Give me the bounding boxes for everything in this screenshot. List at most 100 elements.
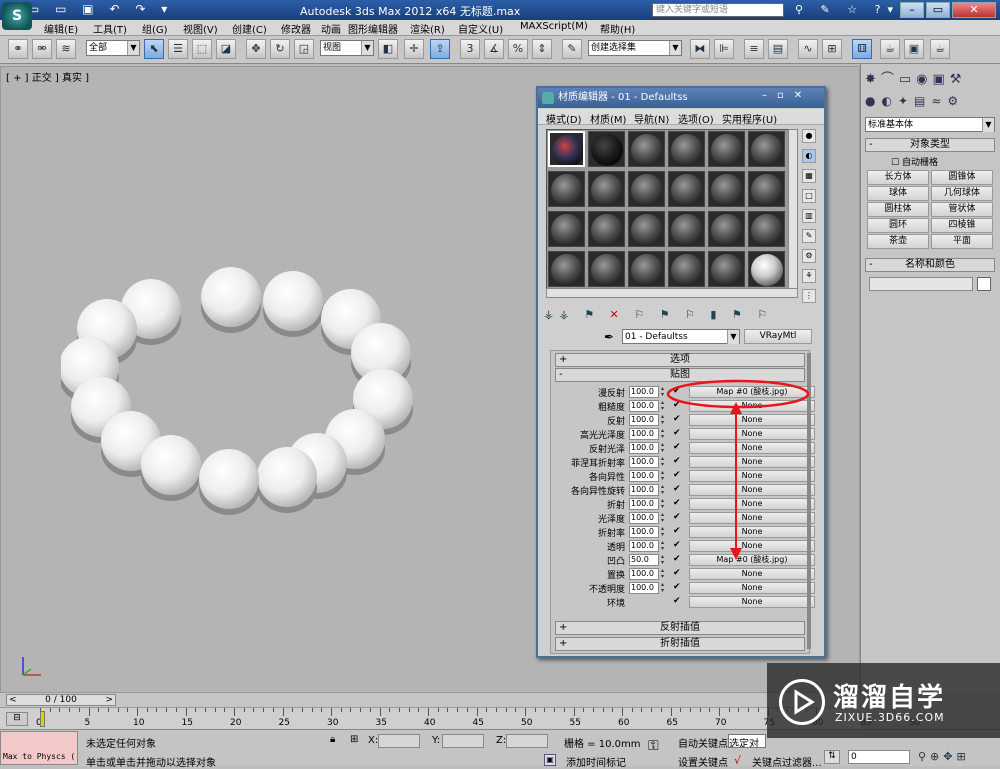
object-type-rollout[interactable]: - 对象类型 — [865, 138, 995, 152]
x-coordinate-field[interactable] — [378, 734, 420, 748]
map-amount-field[interactable]: 100.0 — [629, 512, 659, 524]
menu-customize[interactable]: 自定义(U) — [458, 21, 503, 36]
menu-maxscript[interactable]: MAXScript(M) — [520, 21, 588, 32]
tube-button[interactable]: 管状体 — [931, 202, 993, 217]
map-slot-button[interactable]: None — [689, 582, 815, 594]
help-tools-icons[interactable]: ⚲ ✎ ☆ ?▾ — [795, 3, 900, 16]
select-manipulate-icon[interactable]: ✛ — [404, 39, 424, 59]
menu-graph-editors[interactable]: 图形编辑器 — [348, 21, 398, 36]
script-listener-mini[interactable]: Max to Physcs ( — [0, 731, 78, 765]
window-control-icons[interactable]: –▫✕ — [762, 90, 822, 104]
menu-rendering[interactable]: 渲染(R) — [410, 21, 445, 36]
sample-slot-grid[interactable] — [546, 129, 798, 289]
selection-set-dropdown[interactable]: 选定对象 — [728, 734, 766, 748]
map-amount-field[interactable]: 100.0 — [629, 386, 659, 398]
map-amount-field[interactable]: 100.0 — [629, 428, 659, 440]
curve-editor-icon[interactable]: ∿ — [798, 39, 818, 59]
graphite-ribbon-icon[interactable]: ▤ — [768, 39, 788, 59]
material-sample-slot[interactable] — [548, 131, 585, 167]
scale-icon[interactable]: ◲ — [294, 39, 314, 59]
command-panel-tabs[interactable]: ✸⌒▭◉▣⚒ — [865, 68, 999, 88]
menu-animation[interactable]: 动画 — [321, 21, 341, 36]
map-amount-field[interactable]: 100.0 — [629, 582, 659, 594]
current-frame-field[interactable]: 0 — [848, 750, 910, 764]
create-category-icons[interactable]: ●◐✦▤≈⚙ — [865, 94, 999, 112]
material-sample-slot[interactable] — [748, 251, 785, 287]
bead[interactable] — [263, 271, 323, 331]
select-by-name-icon[interactable]: ☰ — [168, 39, 188, 59]
box-button[interactable]: 长方体 — [867, 170, 929, 185]
track-bar[interactable]: ⊟ 051015202530354045505560657075808590 — [0, 707, 920, 729]
quick-access-toolbar[interactable]: ▭ ▭ ▣ ↶ ↷ ▾ — [28, 2, 173, 16]
video-color-check-icon[interactable]: ▥ — [802, 209, 816, 223]
sphere-button[interactable]: 球体 — [867, 186, 929, 201]
material-sample-slot[interactable] — [548, 251, 585, 287]
material-sample-slot[interactable] — [628, 131, 665, 167]
map-amount-field[interactable]: 100.0 — [629, 540, 659, 552]
geosphere-button[interactable]: 几何球体 — [931, 186, 993, 201]
material-sample-slot[interactable] — [548, 171, 585, 207]
rect-selection-icon[interactable]: ⬚ — [192, 39, 212, 59]
rendered-frame-window-icon[interactable]: ▣ — [904, 39, 924, 59]
selection-filter-dropdown[interactable]: 全部 ▼ — [86, 40, 140, 56]
material-sample-slot[interactable] — [628, 211, 665, 247]
material-type-button[interactable]: VRayMtl — [744, 329, 812, 344]
mat-menu-material[interactable]: 材质(M) — [590, 111, 626, 126]
z-coordinate-field[interactable] — [506, 734, 548, 748]
frame-spinner-icon[interactable]: ⇅ — [824, 750, 840, 764]
autogrid-checkbox[interactable]: ☐ 自动栅格 — [891, 155, 938, 168]
map-amount-field[interactable]: 100.0 — [629, 442, 659, 454]
map-amount-field[interactable]: 100.0 — [629, 456, 659, 468]
named-selection-dropdown[interactable]: 创建选择集 ▼ — [588, 40, 682, 56]
map-amount-field[interactable]: 100.0 — [629, 498, 659, 510]
material-sample-slot[interactable] — [748, 171, 785, 207]
render-production-icon[interactable]: ☕ — [930, 39, 950, 59]
background-icon[interactable]: ▦ — [802, 169, 816, 183]
map-amount-field[interactable]: 100.0 — [629, 400, 659, 412]
menu-create[interactable]: 创建(C) — [232, 21, 267, 36]
make-preview-icon[interactable]: ✎ — [802, 229, 816, 243]
material-sample-slot[interactable] — [708, 171, 745, 207]
material-sample-slot[interactable] — [668, 131, 705, 167]
percent-snap-icon[interactable]: % — [508, 39, 528, 59]
viewport-label[interactable]: [ + ] 正交 ] 真实 ] — [6, 69, 89, 84]
material-sample-slot[interactable] — [668, 211, 705, 247]
menu-tools[interactable]: 工具(T) — [93, 21, 127, 36]
mat-menu-navigation[interactable]: 导航(N) — [634, 111, 669, 126]
material-sample-slot[interactable] — [668, 251, 705, 287]
cylinder-button[interactable]: 圆柱体 — [867, 202, 929, 217]
move-icon[interactable]: ✥ — [246, 39, 266, 59]
viewport-nav-icons[interactable]: ⚲⊕✥⊞ — [918, 750, 998, 764]
material-sample-slot[interactable] — [708, 251, 745, 287]
material-sample-slot[interactable] — [628, 251, 665, 287]
layer-manager-icon[interactable]: ≡ — [744, 39, 764, 59]
map-amount-field[interactable]: 100.0 — [629, 414, 659, 426]
material-sample-slot[interactable] — [748, 211, 785, 247]
mat-menu-utilities[interactable]: 实用程序(U) — [722, 111, 777, 126]
select-by-material-icon[interactable]: ⚘ — [802, 269, 816, 283]
set-key-button[interactable]: 设置关键点 — [678, 754, 728, 769]
menu-group[interactable]: 组(G) — [142, 21, 168, 36]
map-amount-field[interactable]: 50.0 — [629, 554, 659, 566]
render-setup-icon[interactable]: ☕ — [880, 39, 900, 59]
object-color-swatch[interactable] — [977, 277, 991, 291]
maximize-icon[interactable]: ▭ — [926, 2, 950, 18]
material-map-navigator-icon[interactable]: ⋮ — [802, 289, 816, 303]
material-sample-slot[interactable] — [588, 171, 625, 207]
add-time-tag-button[interactable]: 添加时间标记 — [566, 754, 626, 769]
minimize-icon[interactable]: – — [900, 2, 924, 18]
bead[interactable] — [257, 447, 317, 507]
pyramid-button[interactable]: 四棱锥 — [931, 218, 993, 233]
transform-mode-icon[interactable]: ⊞ — [350, 734, 358, 745]
sample-type-icon[interactable]: ● — [802, 129, 816, 143]
bead[interactable] — [201, 267, 261, 327]
menu-modifiers[interactable]: 修改器 — [281, 21, 311, 36]
angle-snap-icon[interactable]: ∡ — [484, 39, 504, 59]
slot-scrollbar-vertical[interactable] — [788, 129, 798, 289]
teapot-button[interactable]: 茶壶 — [867, 234, 929, 249]
amount-spinner-icon[interactable]: ▴ ▾ — [661, 582, 667, 594]
lock-selection-icon[interactable]: 🔒︎ — [330, 734, 335, 745]
bead-bracelet-model[interactable] — [61, 257, 461, 517]
map-enable-checkbox[interactable]: ✔ — [673, 596, 683, 606]
bead[interactable] — [141, 435, 201, 495]
